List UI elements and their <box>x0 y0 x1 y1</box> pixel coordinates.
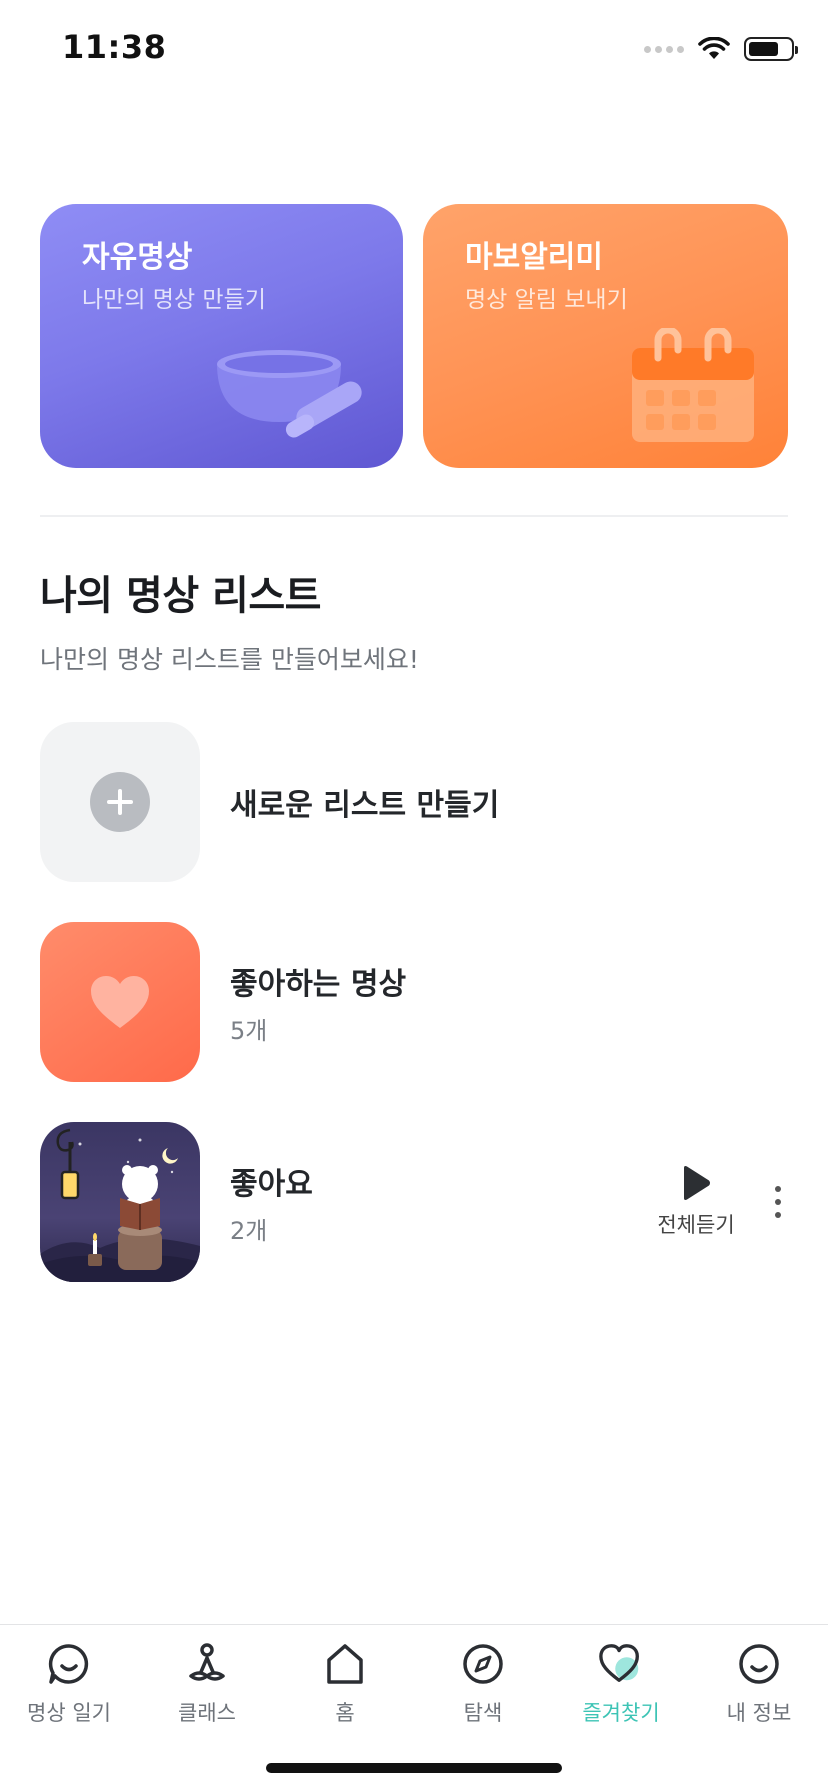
tab-label: 홈 <box>335 1701 355 1725</box>
status-time: 11:38 <box>62 28 167 66</box>
create-list-thumbnail[interactable] <box>40 722 200 882</box>
tab-label: 명상 일기 <box>27 1701 111 1725</box>
card-subtitle: 나만의 명상 만들기 <box>82 287 266 313</box>
tab-my-info[interactable]: 내 정보 <box>690 1625 828 1735</box>
night-reading-bear-illustration <box>40 1128 200 1282</box>
free-meditation-card[interactable]: 자유명상 나만의 명상 만들기 <box>40 204 403 468</box>
liked-thumbnail <box>40 922 200 1082</box>
tab-label: 내 정보 <box>726 1701 792 1725</box>
home-indicator[interactable] <box>266 1763 562 1773</box>
chat-smile-icon <box>48 1644 89 1684</box>
list-count: 2개 <box>230 1216 268 1245</box>
tab-label: 탐색 <box>463 1701 503 1725</box>
tab-label: 클래스 <box>178 1701 236 1725</box>
tab-meditation-diary[interactable]: 명상 일기 <box>0 1625 138 1735</box>
play-all-label: 전체듣기 <box>657 1213 735 1237</box>
play-icon <box>684 1166 710 1200</box>
smile-face-icon <box>739 1644 779 1684</box>
status-indicators <box>644 34 798 64</box>
battery-icon <box>744 37 798 61</box>
card-title: 마보알리미 <box>465 240 603 275</box>
meditation-person-icon <box>189 1643 225 1681</box>
calendar-illustration <box>632 328 754 442</box>
section-subtitle: 나만의 명상 리스트를 만들어보세요! <box>40 645 419 674</box>
mabo-alarm-card[interactable]: 마보알리미 명상 알림 보내기 <box>423 204 788 468</box>
custom-list-row[interactable]: 좋아요 2개 전체듣기 <box>40 1122 788 1282</box>
home-icon <box>327 1644 363 1684</box>
play-all-button[interactable]: 전체듣기 <box>656 1165 736 1239</box>
more-options-button[interactable] <box>768 1182 788 1222</box>
wifi-icon <box>698 37 730 59</box>
list-title: 좋아하는 명상 <box>230 966 407 1002</box>
create-list-label: 새로운 리스트 만들기 <box>230 788 500 823</box>
cellular-signal-icon <box>644 45 684 53</box>
liked-meditations-row[interactable]: 좋아하는 명상 5개 <box>40 922 788 1082</box>
heart-icon <box>91 976 149 1028</box>
heart-icon <box>599 1644 639 1682</box>
plus-icon <box>90 772 150 832</box>
tab-favorites[interactable]: 즐겨찾기 <box>552 1625 690 1735</box>
tab-home[interactable]: 홈 <box>276 1625 414 1735</box>
list-count: 5개 <box>230 1016 268 1045</box>
card-title: 자유명상 <box>82 240 193 275</box>
tab-label: 즐겨찾기 <box>582 1701 660 1725</box>
section-title: 나의 명상 리스트 <box>40 573 321 619</box>
create-list-row[interactable]: 새로운 리스트 만들기 <box>40 722 788 882</box>
tab-explore[interactable]: 탐색 <box>414 1625 552 1735</box>
tab-class[interactable]: 클래스 <box>138 1625 276 1735</box>
compass-icon <box>463 1644 503 1684</box>
singing-bowl-illustration <box>217 350 362 438</box>
card-subtitle: 명상 알림 보내기 <box>465 287 628 313</box>
divider <box>40 515 788 517</box>
night-reading-bear-thumbnail <box>40 1122 200 1282</box>
list-title: 좋아요 <box>230 1166 313 1202</box>
